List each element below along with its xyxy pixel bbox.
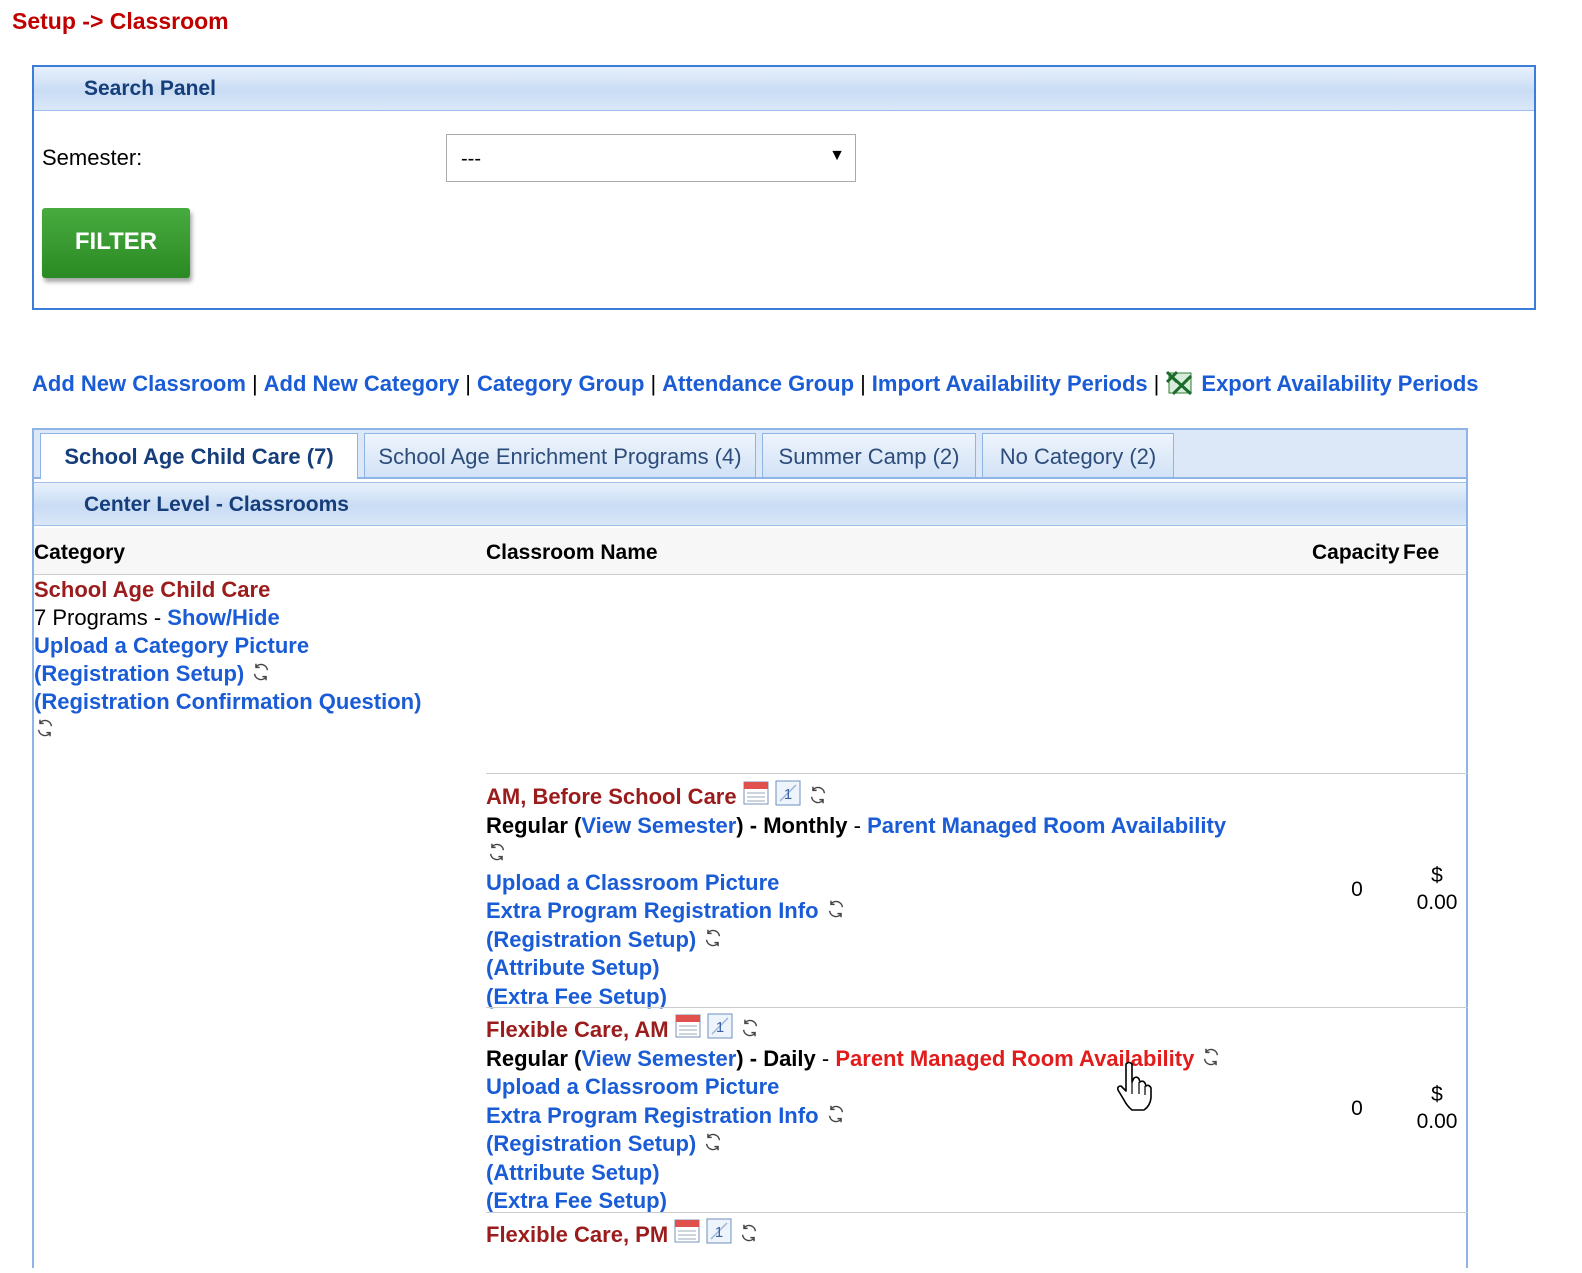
tab-school-age-child-care[interactable]: School Age Child Care (7)	[40, 433, 358, 479]
calendar-icon[interactable]	[675, 1013, 701, 1039]
add-new-classroom-link[interactable]: Add New Classroom	[32, 371, 246, 396]
refresh-icon[interactable]	[825, 1103, 847, 1125]
semester-select[interactable]: --- ▼	[446, 134, 856, 182]
extra-program-registration-info-link[interactable]: Extra Program Registration Info	[486, 1103, 819, 1128]
classroom-name-link[interactable]: AM, Before School Care	[486, 784, 737, 809]
import-availability-periods-link[interactable]: Import Availability Periods	[872, 371, 1148, 396]
fee-amount: 0.00	[1416, 891, 1458, 914]
separator: |	[650, 371, 657, 396]
refresh-icon[interactable]	[702, 927, 724, 949]
breadcrumb: Setup -> Classroom	[12, 8, 229, 34]
view-semester-link[interactable]: View Semester	[581, 1046, 736, 1071]
refresh-icon[interactable]	[825, 898, 847, 920]
fee-symbol: $	[1431, 864, 1443, 887]
category-registration-setup-link[interactable]: (Registration Setup)	[34, 661, 244, 686]
refresh-icon[interactable]	[807, 784, 829, 806]
attendance-group-link[interactable]: Attendance Group	[662, 371, 854, 396]
capacity-value: 0	[1351, 1097, 1363, 1120]
search-panel: Search Panel Semester: --- ▼ FILTER	[32, 65, 1536, 310]
hand-cursor-icon	[1117, 1061, 1152, 1111]
tab-school-age-enrichment-programs[interactable]: School Age Enrichment Programs (4)	[364, 433, 756, 477]
registration-confirmation-question-link[interactable]: (Registration Confirmation Question)	[34, 688, 474, 716]
parent-managed-room-availability-link[interactable]: Parent Managed Room Availability	[867, 813, 1226, 838]
fee-amount: 0.00	[1416, 1110, 1458, 1133]
classroom-name-link[interactable]: Flexible Care, PM	[486, 1222, 668, 1247]
export-availability-periods-link[interactable]: Export Availability Periods	[1201, 371, 1478, 396]
tab-no-category[interactable]: No Category (2)	[982, 433, 1174, 477]
fee-value: $ 0.00	[1402, 862, 1472, 916]
add-new-category-link[interactable]: Add New Category	[264, 371, 460, 396]
tab-strip: School Age Child Care (7) School Age Enr…	[34, 430, 1466, 479]
category-name: School Age Child Care	[34, 577, 271, 602]
section-title: Center Level - Classrooms	[34, 482, 1466, 526]
upload-classroom-picture-link[interactable]: Upload a Classroom Picture	[486, 1073, 1468, 1102]
classroom-frequency: Monthly	[763, 812, 848, 838]
chevron-down-icon: ▼	[829, 147, 845, 164]
fee-symbol: $	[1431, 1083, 1443, 1106]
separator: |	[860, 371, 866, 396]
classroom-tabs: School Age Child Care (7) School Age Enr…	[32, 428, 1468, 1268]
refresh-icon[interactable]	[250, 661, 272, 683]
attribute-setup-link[interactable]: (Attribute Setup)	[486, 1159, 1468, 1188]
show-hide-link[interactable]: Show/Hide	[167, 605, 279, 630]
calendar-icon[interactable]	[743, 780, 769, 806]
refresh-icon[interactable]	[739, 1017, 761, 1039]
refresh-icon[interactable]	[486, 841, 508, 863]
registration-setup-link[interactable]: (Registration Setup)	[486, 927, 696, 952]
refresh-icon[interactable]	[738, 1222, 760, 1244]
extra-program-registration-info-link[interactable]: Extra Program Registration Info	[486, 898, 819, 923]
refresh-icon[interactable]	[702, 1131, 724, 1153]
one-day-icon[interactable]	[775, 780, 801, 806]
table-header: Category Classroom Name Capacity Fee	[34, 528, 1466, 575]
table-row: Flexible Care, PM	[486, 1212, 1468, 1273]
semester-select-value: ---	[461, 148, 481, 170]
classroom-type: Regular	[486, 1045, 568, 1071]
view-semester-link[interactable]: View Semester	[581, 813, 736, 838]
upload-classroom-picture-link[interactable]: Upload a Classroom Picture	[486, 869, 1468, 898]
column-header-classroom-name: Classroom Name	[486, 541, 658, 564]
registration-setup-link[interactable]: (Registration Setup)	[486, 1131, 696, 1156]
column-header-category: Category	[34, 541, 126, 564]
classroom-name-link[interactable]: Flexible Care, AM	[486, 1017, 669, 1042]
one-day-icon[interactable]	[707, 1013, 733, 1039]
one-day-icon[interactable]	[706, 1218, 732, 1244]
upload-category-picture-link[interactable]: Upload a Category Picture	[34, 632, 474, 660]
column-header-capacity: Capacity	[1312, 541, 1400, 564]
table-row: Flexible Care, AM Regular (View Semester…	[486, 1007, 1468, 1213]
action-links: Add New Classroom | Add New Category | Categ…	[32, 370, 1552, 398]
category-group-link[interactable]: Category Group	[477, 371, 644, 396]
tab-summer-camp[interactable]: Summer Camp (2)	[762, 433, 976, 477]
calendar-icon[interactable]	[674, 1218, 700, 1244]
refresh-icon[interactable]	[34, 717, 56, 739]
fee-value: $ 0.00	[1402, 1081, 1472, 1135]
separator: |	[1153, 371, 1160, 396]
category-cell: School Age Child Care 7 Programs - Show/…	[34, 576, 474, 744]
separator: |	[251, 371, 258, 396]
refresh-icon[interactable]	[1200, 1046, 1222, 1068]
excel-icon[interactable]	[1165, 370, 1195, 396]
attribute-setup-link[interactable]: (Attribute Setup)	[486, 954, 1468, 983]
table-row: AM, Before School Care Regular (View Sem…	[486, 773, 1468, 1009]
classroom-frequency: Daily	[763, 1045, 816, 1071]
search-panel-title: Search Panel	[34, 67, 1534, 111]
filter-button[interactable]: FILTER	[42, 208, 190, 278]
classroom-type: Regular	[486, 812, 568, 838]
semester-label: Semester:	[42, 145, 143, 170]
column-header-fee: Fee	[1403, 541, 1440, 564]
programs-count: 7 Programs -	[34, 605, 168, 630]
capacity-value: 0	[1351, 878, 1363, 901]
separator: |	[465, 371, 471, 396]
